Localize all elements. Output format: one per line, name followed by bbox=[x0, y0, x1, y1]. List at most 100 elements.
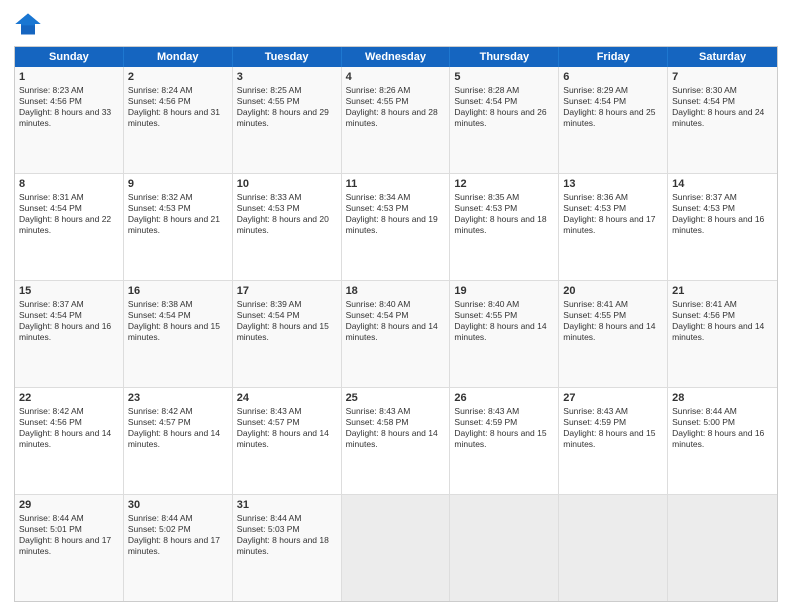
day-number: 2 bbox=[128, 70, 228, 84]
day-number: 7 bbox=[672, 70, 773, 84]
sunrise-label: Sunrise: 8:43 AM bbox=[454, 406, 519, 416]
weekday-header-thursday: Thursday bbox=[450, 47, 559, 67]
day-number: 24 bbox=[237, 391, 337, 405]
sunrise-label: Sunrise: 8:41 AM bbox=[672, 299, 737, 309]
table-row: 2Sunrise: 8:24 AMSunset: 4:56 PMDaylight… bbox=[124, 67, 233, 173]
table-row: 9Sunrise: 8:32 AMSunset: 4:53 PMDaylight… bbox=[124, 174, 233, 280]
table-row: 24Sunrise: 8:43 AMSunset: 4:57 PMDayligh… bbox=[233, 388, 342, 494]
weekday-header-wednesday: Wednesday bbox=[342, 47, 451, 67]
daylight-label: Daylight: 8 hours and 14 minutes. bbox=[128, 428, 220, 449]
daylight-label: Daylight: 8 hours and 25 minutes. bbox=[563, 107, 655, 128]
sunset-label: Sunset: 4:53 PM bbox=[672, 203, 735, 213]
sunset-label: Sunset: 4:53 PM bbox=[237, 203, 300, 213]
sunrise-label: Sunrise: 8:29 AM bbox=[563, 85, 628, 95]
daylight-label: Daylight: 8 hours and 26 minutes. bbox=[454, 107, 546, 128]
daylight-label: Daylight: 8 hours and 33 minutes. bbox=[19, 107, 111, 128]
daylight-label: Daylight: 8 hours and 18 minutes. bbox=[237, 535, 329, 556]
day-number: 13 bbox=[563, 177, 663, 191]
day-number: 20 bbox=[563, 284, 663, 298]
day-number: 26 bbox=[454, 391, 554, 405]
daylight-label: Daylight: 8 hours and 24 minutes. bbox=[672, 107, 764, 128]
daylight-label: Daylight: 8 hours and 31 minutes. bbox=[128, 107, 220, 128]
sunrise-label: Sunrise: 8:43 AM bbox=[346, 406, 411, 416]
table-row bbox=[668, 495, 777, 601]
sunrise-label: Sunrise: 8:44 AM bbox=[672, 406, 737, 416]
sunset-label: Sunset: 4:54 PM bbox=[563, 96, 626, 106]
table-row: 8Sunrise: 8:31 AMSunset: 4:54 PMDaylight… bbox=[15, 174, 124, 280]
sunrise-label: Sunrise: 8:42 AM bbox=[128, 406, 193, 416]
table-row: 21Sunrise: 8:41 AMSunset: 4:56 PMDayligh… bbox=[668, 281, 777, 387]
daylight-label: Daylight: 8 hours and 15 minutes. bbox=[563, 428, 655, 449]
day-number: 3 bbox=[237, 70, 337, 84]
daylight-label: Daylight: 8 hours and 18 minutes. bbox=[454, 214, 546, 235]
daylight-label: Daylight: 8 hours and 14 minutes. bbox=[237, 428, 329, 449]
sunset-label: Sunset: 5:02 PM bbox=[128, 524, 191, 534]
calendar-row-5: 29Sunrise: 8:44 AMSunset: 5:01 PM Dayligh… bbox=[15, 495, 777, 601]
sunset-label: Sunset: 4:54 PM bbox=[346, 310, 409, 320]
sunrise-label: Sunrise: 8:37 AM bbox=[672, 192, 737, 202]
daylight-label: Daylight: 8 hours and 28 minutes. bbox=[346, 107, 438, 128]
day-number: 28 bbox=[672, 391, 773, 405]
table-row bbox=[450, 495, 559, 601]
table-row: 26Sunrise: 8:43 AMSunset: 4:59 PMDayligh… bbox=[450, 388, 559, 494]
day-number: 29 bbox=[19, 498, 119, 512]
sunset-label: Sunset: 4:57 PM bbox=[128, 417, 191, 427]
daylight-label: Daylight: 8 hours and 15 minutes. bbox=[237, 321, 329, 342]
calendar: SundayMondayTuesdayWednesdayThursdayFrid… bbox=[14, 46, 778, 602]
day-number: 11 bbox=[346, 177, 446, 191]
sunrise-label: Sunrise: 8:23 AM bbox=[19, 85, 84, 95]
sunrise-label: Sunrise: 8:35 AM bbox=[454, 192, 519, 202]
sunset-label: Sunset: 4:54 PM bbox=[19, 310, 82, 320]
sunset-label: Sunset: 4:54 PM bbox=[672, 96, 735, 106]
table-row: 27Sunrise: 8:43 AMSunset: 4:59 PMDayligh… bbox=[559, 388, 668, 494]
sunset-label: Sunset: 4:54 PM bbox=[19, 203, 82, 213]
calendar-header: SundayMondayTuesdayWednesdayThursdayFrid… bbox=[15, 47, 777, 67]
page: SundayMondayTuesdayWednesdayThursdayFrid… bbox=[0, 0, 792, 612]
day-number: 23 bbox=[128, 391, 228, 405]
day-number: 16 bbox=[128, 284, 228, 298]
daylight-label: Daylight: 8 hours and 14 minutes. bbox=[563, 321, 655, 342]
daylight-label: Daylight: 8 hours and 15 minutes. bbox=[128, 321, 220, 342]
table-row: 30Sunrise: 8:44 AMSunset: 5:02 PMDayligh… bbox=[124, 495, 233, 601]
calendar-row-3: 15Sunrise: 8:37 AMSunset: 4:54 PMDayligh… bbox=[15, 281, 777, 388]
sunrise-label: Sunrise: 8:41 AM bbox=[563, 299, 628, 309]
sunset-label: Sunset: 4:58 PM bbox=[346, 417, 409, 427]
sunset-label: Sunset: 4:53 PM bbox=[128, 203, 191, 213]
weekday-header-monday: Monday bbox=[124, 47, 233, 67]
sunrise-label: Sunrise: 8:39 AM bbox=[237, 299, 302, 309]
table-row: 4Sunrise: 8:26 AMSunset: 4:55 PMDaylight… bbox=[342, 67, 451, 173]
table-row: 13Sunrise: 8:36 AMSunset: 4:53 PMDayligh… bbox=[559, 174, 668, 280]
sunset-label: Sunset: 4:59 PM bbox=[563, 417, 626, 427]
day-number: 21 bbox=[672, 284, 773, 298]
logo-icon bbox=[14, 10, 42, 38]
sunrise-label: Sunrise: 8:31 AM bbox=[19, 192, 84, 202]
sunrise-label: Sunrise: 8:40 AM bbox=[346, 299, 411, 309]
table-row: 10Sunrise: 8:33 AMSunset: 4:53 PMDayligh… bbox=[233, 174, 342, 280]
calendar-row-4: 22Sunrise: 8:42 AMSunset: 4:56 PMDayligh… bbox=[15, 388, 777, 495]
calendar-body: 1Sunrise: 8:23 AMSunset: 4:56 PMDaylight… bbox=[15, 67, 777, 601]
table-row: 12Sunrise: 8:35 AMSunset: 4:53 PMDayligh… bbox=[450, 174, 559, 280]
day-number: 19 bbox=[454, 284, 554, 298]
calendar-row-2: 8Sunrise: 8:31 AMSunset: 4:54 PMDaylight… bbox=[15, 174, 777, 281]
day-number: 14 bbox=[672, 177, 773, 191]
table-row: 16Sunrise: 8:38 AMSunset: 4:54 PMDayligh… bbox=[124, 281, 233, 387]
sunrise-label: Sunrise: 8:44 AM bbox=[19, 513, 84, 523]
daylight-label: Daylight: 8 hours and 21 minutes. bbox=[128, 214, 220, 235]
calendar-row-1: 1Sunrise: 8:23 AMSunset: 4:56 PMDaylight… bbox=[15, 67, 777, 174]
sunrise-label: Sunrise: 8:26 AM bbox=[346, 85, 411, 95]
table-row: 29Sunrise: 8:44 AMSunset: 5:01 PMDayligh… bbox=[15, 495, 124, 601]
weekday-header-tuesday: Tuesday bbox=[233, 47, 342, 67]
sunrise-label: Sunrise: 8:28 AM bbox=[454, 85, 519, 95]
weekday-header-sunday: Sunday bbox=[15, 47, 124, 67]
table-row: 5Sunrise: 8:28 AMSunset: 4:54 PMDaylight… bbox=[450, 67, 559, 173]
sunset-label: Sunset: 5:01 PM bbox=[19, 524, 82, 534]
table-row bbox=[342, 495, 451, 601]
sunrise-label: Sunrise: 8:42 AM bbox=[19, 406, 84, 416]
day-number: 30 bbox=[128, 498, 228, 512]
daylight-label: Daylight: 8 hours and 16 minutes. bbox=[672, 214, 764, 235]
day-number: 22 bbox=[19, 391, 119, 405]
weekday-header-friday: Friday bbox=[559, 47, 668, 67]
daylight-label: Daylight: 8 hours and 19 minutes. bbox=[346, 214, 438, 235]
daylight-label: Daylight: 8 hours and 22 minutes. bbox=[19, 214, 111, 235]
day-number: 15 bbox=[19, 284, 119, 298]
